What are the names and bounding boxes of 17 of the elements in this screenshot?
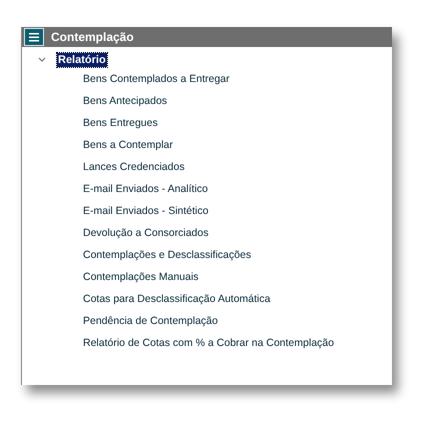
tree-item[interactable]: Devolução a Consorciados [22, 222, 392, 244]
tree-item[interactable]: Pendência de Contemplação [22, 310, 392, 332]
tree-item[interactable]: Lances Credenciados [22, 156, 392, 178]
chevron-icon[interactable] [38, 57, 46, 63]
tree-item[interactable]: Bens Antecipados [22, 90, 392, 112]
tree-item[interactable]: Contemplações e Desclassificações [22, 244, 392, 266]
tree-item[interactable]: Bens Contemplados a Entregar [22, 68, 392, 90]
tree-item[interactable]: Contemplações Manuais [22, 266, 392, 288]
menu-icon[interactable] [24, 28, 44, 46]
tree-item[interactable]: Relatório de Cotas com % a Cobrar na Contemplação [22, 332, 392, 354]
tree-node[interactable]: Relatório [57, 53, 107, 67]
tree-item[interactable]: Bens a Contemplar [22, 134, 392, 156]
tree-item[interactable]: E-mail Enviados - Analítico [22, 178, 392, 200]
tree-item[interactable]: Bens Entregues [22, 112, 392, 134]
window-title: Contemplação [51, 30, 134, 44]
tree-item[interactable]: Cotas para Desclassificação Automática [22, 288, 392, 310]
tree-item[interactable]: E-mail Enviados - Sintético [22, 200, 392, 222]
